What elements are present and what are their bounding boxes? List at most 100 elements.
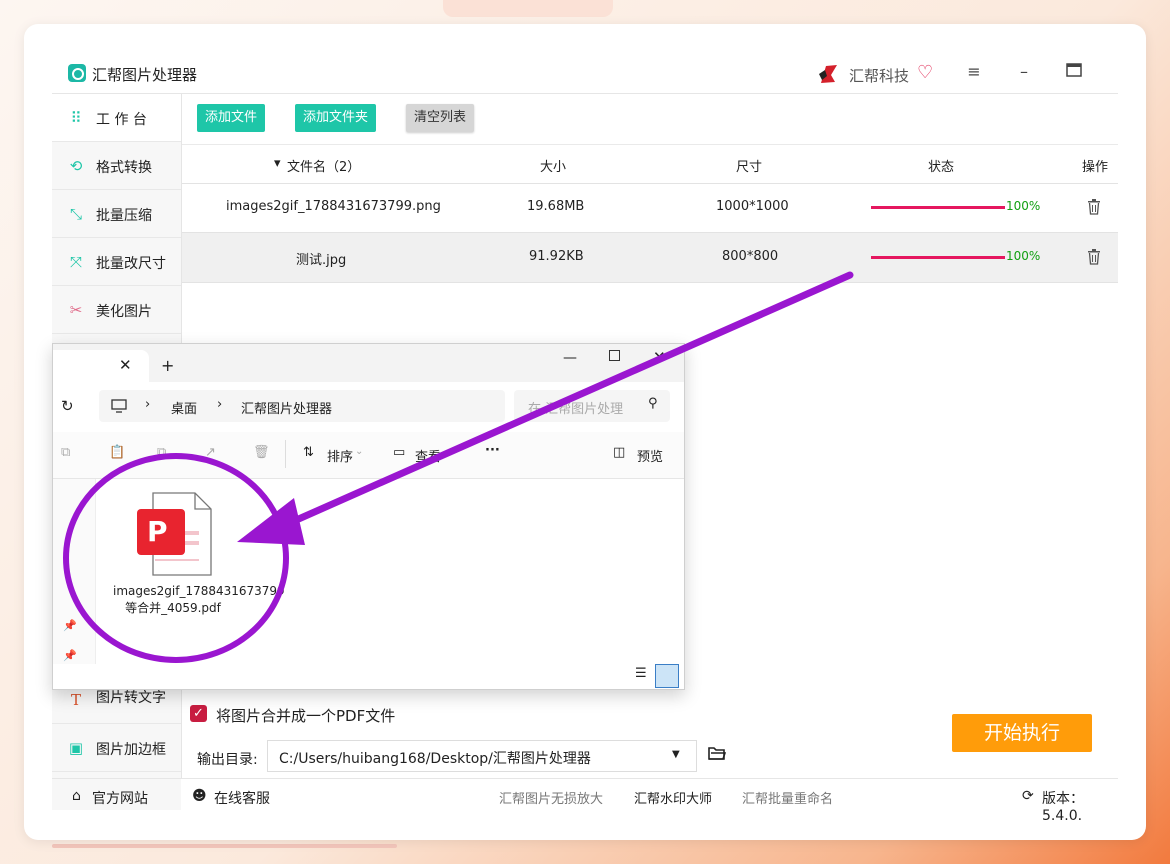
start-button[interactable]: 开始执行 (952, 714, 1092, 752)
output-dir-value: C:/Users/huibang168/Desktop/汇帮图片处理器 (279, 751, 591, 767)
copy-icon[interactable]: ⧉ (61, 445, 70, 460)
share-icon[interactable]: ↗ (205, 445, 216, 460)
chevron-right-icon: › (145, 397, 151, 412)
more-button[interactable]: ··· (485, 443, 500, 458)
explorer-tab-strip: ✕ + — ✕ (53, 344, 684, 382)
progress-text: 100% (1006, 249, 1041, 263)
progress-bar (871, 256, 1005, 259)
preview-button[interactable]: 预览 (637, 446, 663, 465)
pin-icon[interactable]: 📌 (63, 619, 77, 632)
beautify-icon: ✂ (69, 301, 83, 319)
frame-icon: ▣ (68, 739, 84, 757)
maximize-button[interactable] (1062, 62, 1086, 84)
column-size[interactable]: 大小 (540, 156, 566, 175)
search-input[interactable]: 在 汇帮图片处理 ⚲ (514, 390, 670, 422)
footer-link-upscale[interactable]: 汇帮图片无损放大 (499, 788, 603, 807)
explorer-command-bar: ⧉ 📋 ⧉ ↗ 🗑 ⇅ 排序 ⌄ ▭ 查看 ··· ◫ 预览 (53, 432, 684, 479)
delete-icon[interactable]: 🗑 (253, 445, 270, 460)
grid-icon: ⠿ (70, 109, 82, 127)
sidebar-item-format-convert[interactable]: ⟲ 格式转换 (52, 142, 181, 190)
row-dimensions: 1000*1000 (716, 199, 789, 214)
sidebar-item-label: 格式转换 (96, 160, 152, 176)
minimize-icon[interactable]: — (563, 350, 577, 366)
column-actions: 操作 (1082, 160, 1109, 175)
sidebar-item-label: 图片加边框 (96, 742, 166, 758)
row-filename: images2gif_1788431673799.png (226, 199, 441, 214)
merge-pdf-label: 将图片合并成一个PDF文件 (216, 707, 396, 725)
online-support-link[interactable]: 在线客服 (214, 788, 270, 808)
navigation-pane: 📌 📌 (53, 479, 96, 664)
sidebar-item-label: 工 作 台 (96, 112, 147, 128)
footer-link-rename[interactable]: 汇帮批量重命名 (742, 788, 833, 807)
command-divider (285, 440, 286, 468)
official-website-link[interactable]: 官方网站 (92, 788, 148, 808)
column-filename[interactable]: 文件名（2） (287, 156, 360, 175)
sidebar-item-label: 图片转文字 (96, 690, 166, 706)
progress-bar (871, 206, 1005, 209)
add-folder-button[interactable]: 添加文件夹 (295, 104, 377, 132)
table-row[interactable]: 测试.jpg 91.92KB 800*800 100% (182, 233, 1118, 283)
minimize-button[interactable]: – (1012, 62, 1036, 84)
column-status: 状态 (928, 160, 955, 175)
new-tab-icon[interactable]: + (161, 356, 174, 375)
app-title: 汇帮图片处理器 (92, 66, 198, 84)
breadcrumb-desktop[interactable]: 桌面 (171, 398, 197, 417)
folder-open-icon[interactable] (708, 746, 726, 761)
close-tab-icon[interactable]: ✕ (119, 356, 132, 374)
trash-icon[interactable] (1087, 249, 1101, 265)
column-dimensions[interactable]: 尺寸 (736, 156, 762, 175)
home-icon: ⌂ (72, 788, 81, 804)
sidebar-item-compress[interactable]: ⤡ 批量压缩 (52, 190, 181, 238)
chevron-right-icon: › (217, 397, 223, 412)
brand[interactable]: 汇帮科技 ♡ (817, 62, 952, 85)
footer-link-watermark[interactable]: 汇帮水印大师 (634, 788, 712, 807)
merge-pdf-checkbox[interactable]: ✓ (190, 705, 207, 722)
refresh-icon[interactable]: ↻ (61, 397, 74, 415)
explorer-tab[interactable]: ✕ (53, 350, 149, 382)
row-filename: 测试.jpg (296, 253, 347, 268)
sort-arrow-icon[interactable]: ▾ (274, 156, 281, 171)
clear-list-button[interactable]: 清空列表 (406, 104, 475, 132)
preview-pane-icon: ◫ (613, 445, 626, 460)
chevron-down-icon: ▼ (672, 749, 680, 760)
sidebar-item-beautify[interactable]: ✂ 美化图片 (52, 286, 181, 334)
details-view-icon[interactable]: ☰ (635, 666, 647, 681)
explorer-content: 📌 📌 P (53, 479, 684, 664)
sidebar-item-label: 批量压缩 (96, 208, 152, 224)
progress-text: 100% (1006, 199, 1041, 213)
sidebar-item-add-border[interactable]: ▣ 图片加边框 (52, 724, 181, 772)
convert-icon: ⟲ (69, 157, 83, 175)
sort-button[interactable]: 排序 (327, 446, 353, 465)
sidebar-item-resize[interactable]: ⤧ 批量改尺寸 (52, 238, 181, 286)
menu-button[interactable]: ≡ (962, 62, 986, 84)
pin-icon[interactable]: 📌 (63, 649, 77, 662)
breadcrumb-folder[interactable]: 汇帮图片处理器 (241, 398, 332, 417)
view-button[interactable]: 查看 (415, 446, 441, 465)
output-dir-select[interactable]: C:/Users/huibang168/Desktop/汇帮图片处理器 ▼ (267, 740, 697, 772)
heart-icon: ♡ (917, 62, 934, 83)
rename-icon[interactable]: ⧉ (157, 445, 166, 460)
background-tab (443, 0, 613, 17)
trash-icon[interactable] (1087, 199, 1101, 215)
svg-text:P: P (147, 515, 168, 548)
refresh-icon[interactable]: ⟳ (1022, 788, 1034, 804)
sidebar-item-workbench[interactable]: ⠿ 工 作 台 (52, 94, 181, 142)
close-icon[interactable]: ✕ (653, 348, 666, 366)
table-row[interactable]: images2gif_1788431673799.png 19.68MB 100… (182, 183, 1118, 233)
background-strip (52, 844, 397, 848)
compress-icon: ⤡ (69, 205, 82, 223)
maximize-icon (1066, 63, 1082, 77)
pdf-file-name: images2gif_1788431673799等合并_4059.pdf (113, 584, 285, 615)
computer-icon (111, 399, 127, 413)
file-explorer-window: ✕ + — ✕ ↻ › 桌面 › 汇帮图片处理器 在 汇帮图片处理 ⚲ ⧉ 📋 … (52, 343, 685, 690)
row-size: 91.92KB (529, 249, 584, 264)
maximize-icon[interactable] (609, 350, 620, 361)
address-bar[interactable]: › 桌面 › 汇帮图片处理器 (99, 390, 505, 422)
options-panel: ✓ 将图片合并成一个PDF文件 输出目录: C:/Users/huibang16… (182, 688, 1118, 778)
paste-icon[interactable]: 📋 (109, 445, 125, 460)
add-file-button[interactable]: 添加文件 (197, 104, 266, 132)
brand-name: 汇帮科技 (849, 67, 910, 85)
view-icon: ▭ (393, 445, 406, 460)
tiles-view-icon[interactable] (655, 664, 679, 688)
support-icon: ☻ (192, 788, 207, 804)
